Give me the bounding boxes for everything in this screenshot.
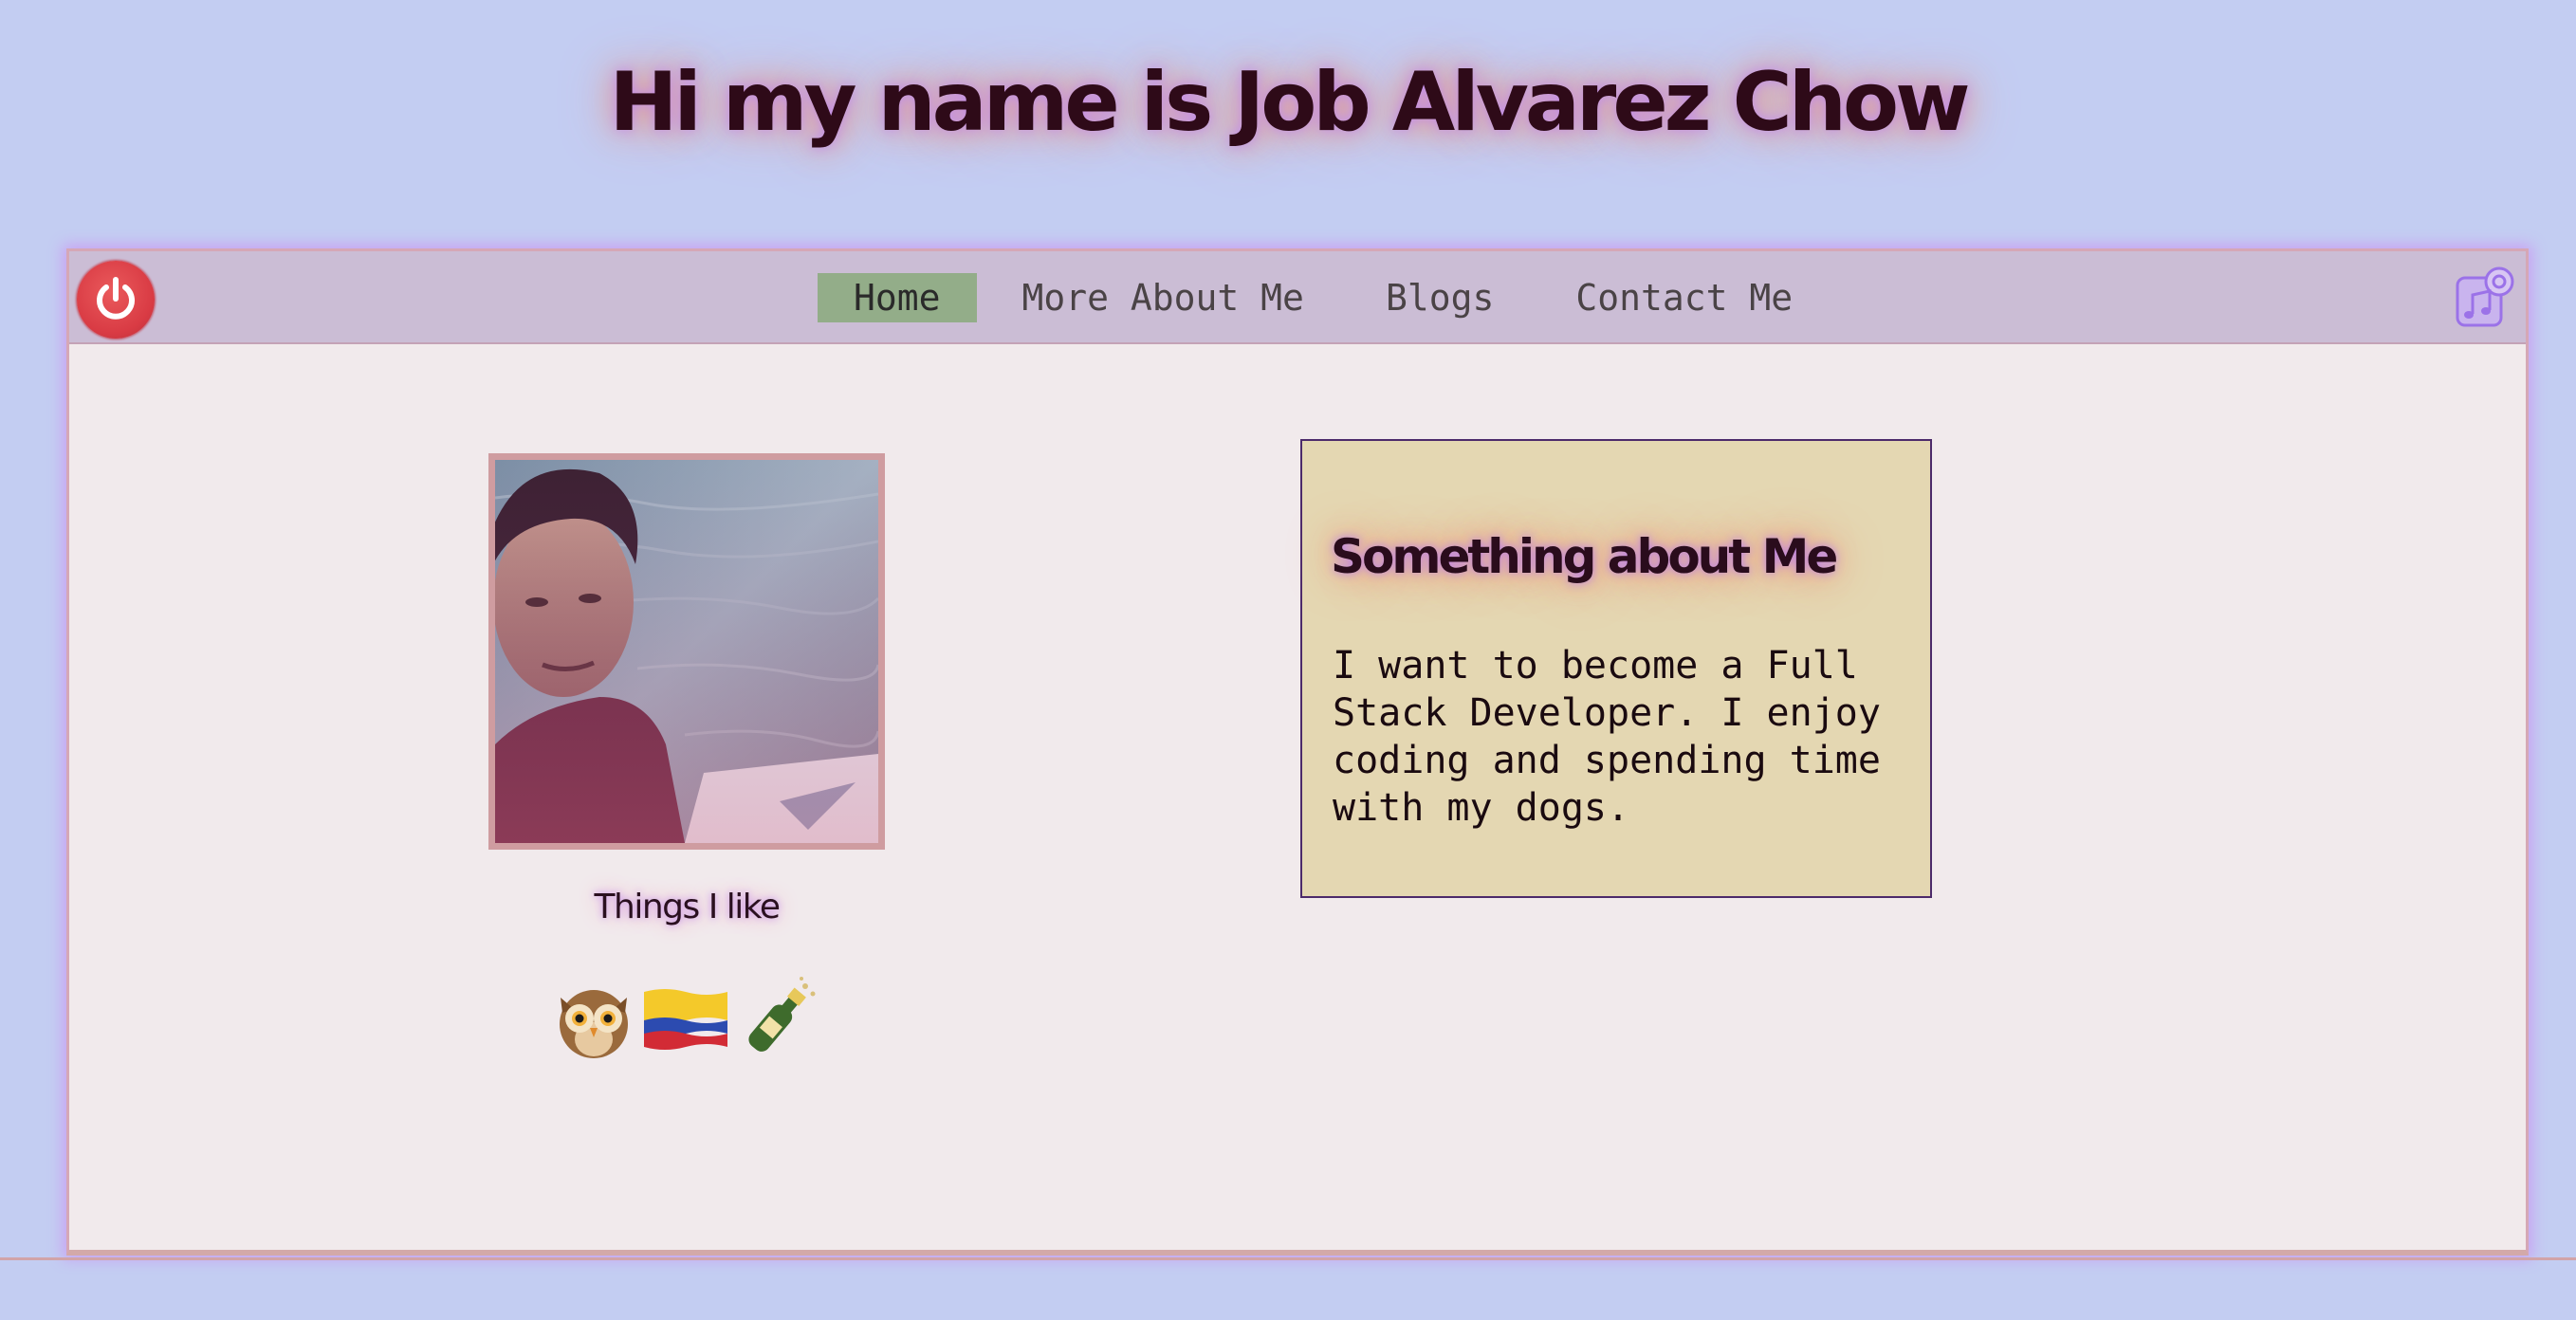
nav-item-blogs[interactable]: Blogs (1350, 273, 1530, 322)
nav-links: Home More About Me Blogs Contact Me (818, 273, 1838, 322)
footer-divider (0, 1257, 2576, 1260)
about-text: I want to become a Full Stack Developer.… (1333, 644, 1881, 830)
power-icon[interactable] (77, 261, 155, 339)
navbar: Home More About Me Blogs Contact Me (69, 251, 2526, 344)
champagne-bottle-icon (748, 977, 816, 1052)
likes-heading: Things I like (594, 888, 781, 926)
owl-icon (560, 990, 628, 1058)
nav-item-home[interactable]: Home (818, 273, 977, 322)
about-heading: Something about Me (1331, 529, 1838, 584)
likes-icons (543, 972, 828, 1067)
colombia-flag-icon (644, 989, 727, 1050)
page-title: Hi my name is Job Alvarez Chow (609, 55, 1970, 150)
main-window: Home More About Me Blogs Contact Me Thin… (66, 248, 2529, 1256)
music-icon[interactable] (2452, 263, 2520, 331)
nav-item-contact-me[interactable]: Contact Me (1539, 273, 1829, 322)
about-card: Something about Me I want to become a Fu… (1300, 439, 1932, 898)
nav-item-more-about-me[interactable]: More About Me (986, 273, 1340, 322)
profile-photo (488, 453, 885, 850)
